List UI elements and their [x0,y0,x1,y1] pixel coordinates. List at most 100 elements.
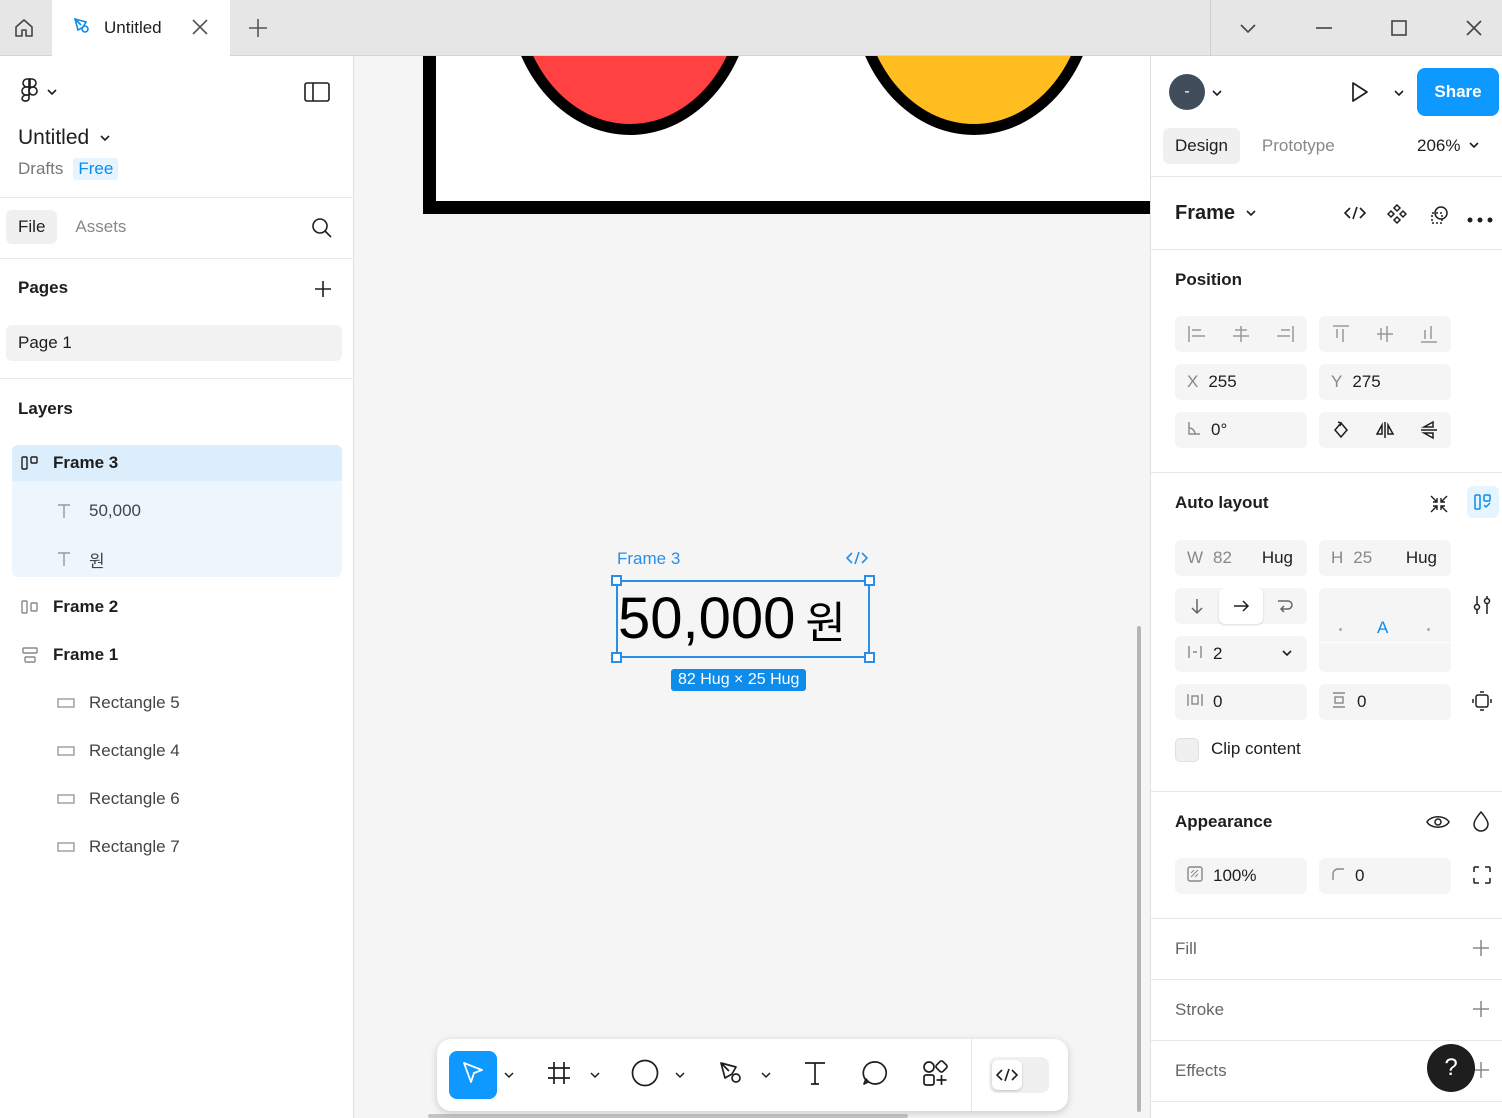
yellow-circle[interactable] [851,56,1097,135]
add-fill-plus-icon[interactable] [1469,936,1493,960]
blend-mode-drop-icon[interactable] [1469,808,1493,834]
auto-layout-icon[interactable] [1467,486,1499,518]
frame-type-dropdown[interactable]: Frame [1175,202,1257,225]
chevron-down-icon[interactable] [1393,86,1405,104]
tab-design[interactable]: Design [1163,128,1240,164]
text-tool-button[interactable] [793,1051,837,1099]
flip-vertical-icon[interactable] [1407,412,1451,448]
zoom-level-button[interactable]: 206% [1417,136,1480,156]
new-tab-plus-icon[interactable] [244,14,272,47]
clip-content-checkbox[interactable] [1175,738,1199,762]
chevron-down-icon[interactable] [672,1051,688,1099]
chevron-down-icon[interactable] [501,1051,517,1099]
chevron-down-icon[interactable] [1236,16,1260,45]
more-options-icon[interactable] [1467,210,1493,228]
individual-corners-icon[interactable] [1469,862,1495,888]
add-page-plus-icon[interactable] [312,278,334,305]
sidebar-toggle-icon[interactable] [304,82,330,107]
file-tab[interactable]: Untitled [52,0,230,56]
y-position-field[interactable]: Y 275 [1319,364,1451,400]
layer-item[interactable]: Frame 2 [0,583,354,631]
play-icon[interactable] [1347,80,1371,109]
code-icon[interactable] [1343,204,1367,227]
code-icon[interactable] [845,551,869,570]
maximize-icon[interactable] [1387,16,1411,45]
align-center-horizontal-icon[interactable] [1219,316,1263,352]
add-stroke-plus-icon[interactable] [1469,997,1493,1021]
flip-horizontal-icon[interactable] [1363,412,1407,448]
file-name-button[interactable]: Untitled [18,126,111,150]
alignment-grid[interactable]: A [1319,588,1451,672]
plan-badge[interactable]: Free [73,158,119,180]
layer-item[interactable]: Rectangle 6 [0,775,354,823]
vertical-scrollbar[interactable] [1137,626,1141,1112]
chevron-down-icon[interactable] [587,1051,603,1099]
component-icon[interactable] [1386,203,1408,229]
layer-item[interactable]: Rectangle 4 [0,727,354,775]
resize-handle-top-right[interactable] [864,575,875,586]
align-middle-vertical-icon[interactable] [1363,316,1407,352]
wrap-icon[interactable] [1263,588,1307,624]
gap-field[interactable]: 2 [1175,636,1307,672]
shape-tool-button[interactable] [623,1051,667,1099]
layer-item[interactable]: Rectangle 7 [0,823,354,871]
selection-box[interactable] [616,580,870,658]
collapse-icon[interactable] [1427,492,1451,516]
individual-padding-icon[interactable] [1469,688,1495,714]
window-close-icon[interactable] [1462,16,1486,45]
resize-handle-top-left[interactable] [611,575,622,586]
search-icon[interactable] [310,216,334,245]
rotation-field[interactable]: 0° [1175,412,1307,448]
comment-tool-button[interactable] [853,1051,897,1099]
eye-icon[interactable] [1425,810,1451,834]
align-top-icon[interactable] [1319,316,1363,352]
layer-item[interactable]: Frame 1 [0,631,354,679]
tab-prototype[interactable]: Prototype [1250,128,1347,164]
home-icon[interactable] [0,0,48,55]
resize-handle-bottom-left[interactable] [611,652,622,663]
horizontal-scrollbar[interactable] [428,1114,908,1118]
layer-item[interactable]: Rectangle 5 [0,679,354,727]
minimize-icon[interactable] [1312,16,1336,45]
rotate-icon[interactable] [1319,412,1363,448]
canvas[interactable]: Frame 3 50,000 원 82 Hug × 25 Hug [354,56,1150,1118]
frame-tool-button[interactable] [537,1051,581,1099]
layer-item[interactable]: 50,000 [0,487,354,535]
main-menu-button[interactable] [18,78,58,109]
tab-assets[interactable]: Assets [63,210,138,244]
actions-button[interactable] [913,1051,957,1099]
vertical-padding-field[interactable]: 0 [1319,684,1451,720]
move-tool-button[interactable] [449,1051,497,1099]
resize-handle-bottom-right[interactable] [864,652,875,663]
layout-settings-sliders-icon[interactable] [1469,592,1495,618]
pen-tool-button[interactable] [709,1051,753,1099]
red-circle[interactable] [507,56,753,135]
avatar[interactable]: - [1169,74,1205,110]
width-field[interactable]: W 82 Hug [1175,540,1307,576]
dev-mode-toggle[interactable] [989,1057,1049,1093]
chevron-down-icon[interactable] [758,1051,774,1099]
close-icon[interactable] [190,17,210,42]
height-field[interactable]: H 25 Hug [1319,540,1451,576]
horizontal-padding-field[interactable]: 0 [1175,684,1307,720]
w-mode[interactable]: Hug [1262,548,1293,568]
corner-radius-field[interactable]: 0 [1319,858,1451,894]
align-left-icon[interactable] [1175,316,1219,352]
x-position-field[interactable]: X 255 [1175,364,1307,400]
align-bottom-icon[interactable] [1407,316,1451,352]
layer-item[interactable]: Frame 3 [0,439,354,487]
share-button[interactable]: Share [1417,68,1499,116]
page-item[interactable]: Page 1 [6,325,342,361]
chevron-down-icon[interactable] [1211,86,1223,104]
chevron-down-icon[interactable] [1281,644,1293,664]
opacity-field[interactable]: 100% [1175,858,1307,894]
h-mode[interactable]: Hug [1406,548,1437,568]
layer-item[interactable]: 원 [0,535,354,583]
selection-frame-label[interactable]: Frame 3 [617,549,680,569]
drafts-link[interactable]: Drafts [18,159,63,179]
align-right-icon[interactable] [1263,316,1307,352]
help-button[interactable]: ? [1427,1044,1475,1092]
mask-icon[interactable] [1429,204,1451,231]
arrow-down-icon[interactable] [1175,588,1219,624]
canvas-frame-artwork[interactable] [423,56,1150,214]
